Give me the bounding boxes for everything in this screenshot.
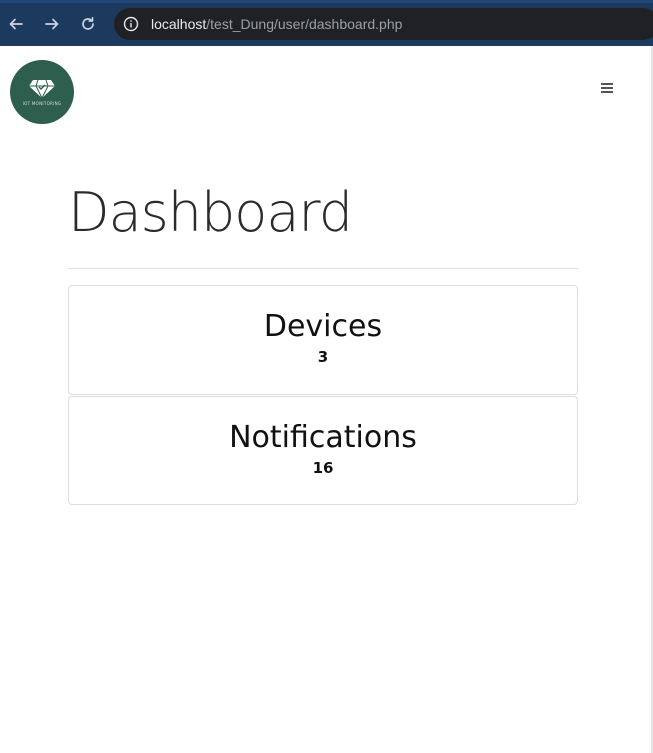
page-content: IOT MONITORING Dashboard Devices 3 Notif… bbox=[0, 46, 653, 753]
title-divider bbox=[68, 268, 578, 269]
browser-toolbar: localhost/test_Dung/user/dashboard.php bbox=[0, 0, 653, 46]
hamburger-icon bbox=[601, 83, 613, 93]
devices-count: 3 bbox=[317, 348, 329, 366]
site-info-icon[interactable] bbox=[123, 16, 139, 32]
menu-toggle-button[interactable] bbox=[597, 78, 617, 98]
url-text: localhost/test_Dung/user/dashboard.php bbox=[151, 16, 402, 32]
address-bar[interactable]: localhost/test_Dung/user/dashboard.php bbox=[114, 8, 653, 40]
arrow-left-icon bbox=[9, 18, 23, 30]
notifications-card[interactable]: Notifications 16 bbox=[68, 396, 578, 505]
notifications-card-title: Notifications bbox=[229, 420, 417, 455]
logo-text: IOT MONITORING bbox=[22, 101, 62, 106]
diamond-icon bbox=[29, 79, 55, 98]
arrow-right-icon bbox=[45, 18, 59, 30]
back-button[interactable] bbox=[4, 12, 28, 36]
devices-card-title: Devices bbox=[263, 309, 383, 344]
devices-card[interactable]: Devices 3 bbox=[68, 285, 578, 395]
notifications-count: 16 bbox=[312, 459, 334, 477]
reload-icon bbox=[82, 16, 94, 30]
brand-logo[interactable]: IOT MONITORING bbox=[10, 60, 74, 124]
reload-button[interactable] bbox=[76, 12, 100, 36]
page-title: Dashboard bbox=[68, 181, 353, 244]
forward-button[interactable] bbox=[40, 12, 64, 36]
url-path: /test_Dung/user/dashboard.php bbox=[206, 16, 403, 32]
url-host: localhost bbox=[151, 16, 207, 32]
